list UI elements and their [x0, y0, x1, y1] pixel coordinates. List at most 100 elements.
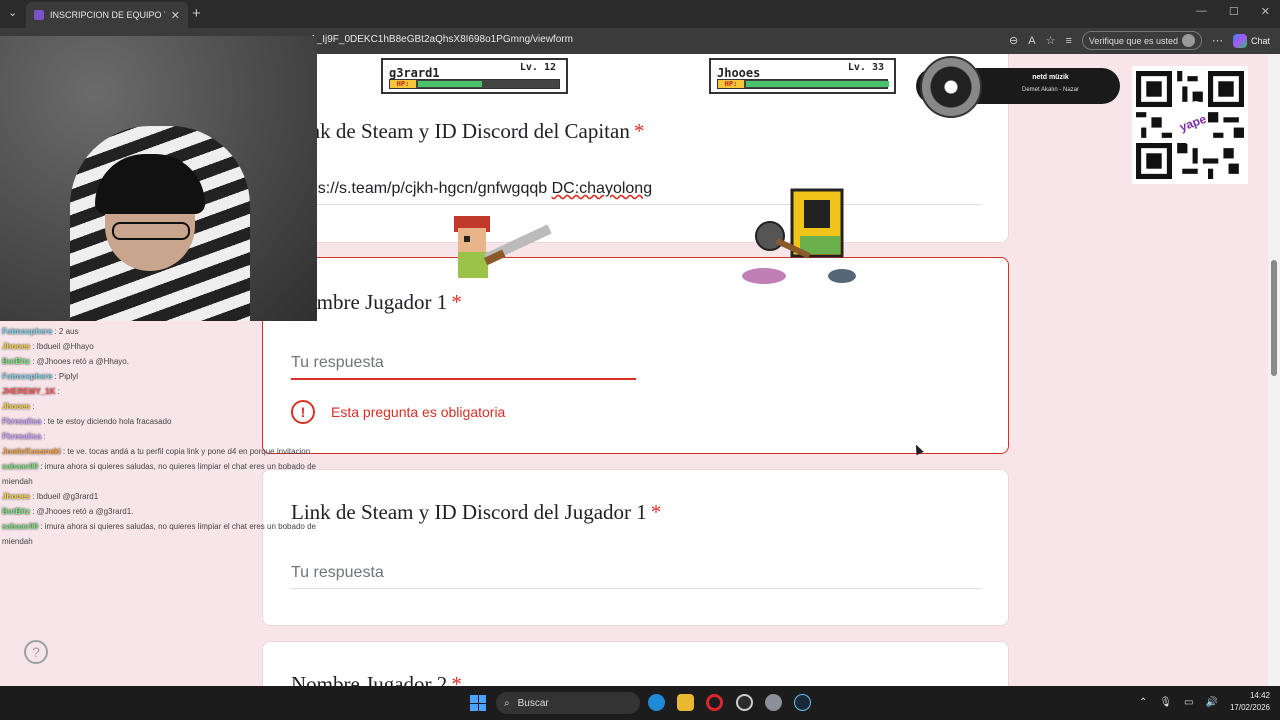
chat-username: JHEREMY_1K [2, 387, 56, 396]
settings-gear-icon[interactable] [765, 694, 782, 711]
streamer-glasses [112, 222, 190, 240]
chat-text: : @Jhooes retó a @g3rard1. [30, 507, 134, 516]
hp-box-left: g3rard1 Lv. 12 HP: [381, 58, 568, 94]
file-explorer-icon[interactable] [677, 694, 694, 711]
clock-date: 17/02/2026 [1229, 703, 1270, 712]
start-button-icon[interactable] [470, 695, 486, 711]
verify-label: Verifique que es usted [1088, 35, 1178, 46]
question-title: Nombre Jugador 2 * [291, 672, 462, 686]
volume-icon[interactable]: 🔊 [1206, 697, 1218, 708]
chat-message: BotBitz : @Jhooes retó a @g3rard1. [2, 504, 317, 519]
stream-chat: Fatmosphere : 2 aus Jhooes : Ibdueil @Hha… [2, 324, 317, 549]
player1-link-input[interactable]: Tu respuesta [291, 564, 981, 589]
opera-icon[interactable] [706, 694, 723, 711]
chat-text: : @Jhooes retó a @Hhayo. [30, 357, 129, 366]
question-card-player1-name: Nombre Jugador 1 * Tu respuesta ! Esta pr… [262, 257, 1009, 454]
taskbar-search[interactable]: ⌕ Buscar [496, 692, 640, 714]
chat-text: : Piplyl [52, 372, 79, 381]
window-controls: — ☐ ✕ [1196, 5, 1270, 18]
minimize-icon[interactable]: — [1196, 5, 1207, 18]
player-name: Jhooes [717, 66, 761, 80]
chat-message: JosticKusanaki : te ve. tocas andá a tu … [2, 444, 317, 459]
vinyl-disc-icon [920, 56, 982, 118]
hp-fill [418, 81, 482, 87]
chat-username: BotBitz [2, 507, 30, 516]
song-title: netd müzik [1032, 74, 1069, 81]
question-title: Link de Steam y ID Discord del Capitan * [291, 119, 645, 143]
player-name: g3rard1 [389, 66, 440, 80]
search-label: Buscar [517, 697, 549, 709]
url-field[interactable]: …A_Ij9F_0DEKC1hB8eGBt2aQhsX8I698o1PGmng/… [300, 34, 573, 45]
forms-favicon-icon [34, 10, 44, 20]
chat-text: : te ve. tocas andá a tu perfil copia li… [60, 447, 311, 456]
chat-username: sabaav00 [2, 522, 39, 531]
hp-box-right: Jhooes Lv. 33 HP: [709, 58, 896, 94]
chat-label: Chat [1250, 35, 1270, 46]
favorites-icon[interactable]: ≡ [1065, 35, 1071, 47]
player-level: Lv. 12 [519, 62, 556, 73]
chat-text: : imura ahora si quieres saludas, no qui… [2, 522, 316, 546]
hp-bar: HP: [389, 79, 560, 89]
required-error: ! Esta pregunta es obligatoria [291, 400, 505, 424]
player-level: Lv. 33 [847, 62, 884, 73]
tab-list-icon[interactable]: ⌄ [8, 6, 17, 19]
read-aloud-icon[interactable]: A [1028, 35, 1035, 47]
now-playing-widget: netd müzik Demet Akalın - Nazar [916, 56, 1120, 118]
chat-username: Fatmosphere [2, 327, 53, 336]
chat-text: : [55, 387, 60, 396]
chat-username: Fatmosphere [2, 372, 53, 381]
tab-close-icon[interactable]: ✕ [171, 9, 180, 22]
app-icon[interactable] [736, 694, 753, 711]
chat-text: : [30, 402, 35, 411]
hp-bar: HP: [717, 79, 889, 89]
chat-username: Jhooes [2, 402, 31, 411]
chat-text: : te te estoy diciendo hola fracasado [41, 417, 172, 426]
favorite-star-icon[interactable]: ☆ [1046, 34, 1056, 47]
tray-overflow-icon[interactable]: ⌃ [1139, 697, 1147, 708]
chat-message: Fkresalisa : [2, 429, 317, 444]
address-bar-actions: ⊖ A ☆ ≡ Verifique que es usted ⋯ Chat [1009, 31, 1270, 50]
zoom-icon[interactable]: ⊖ [1009, 34, 1018, 47]
verify-identity-button[interactable]: Verifique que es usted [1081, 31, 1202, 50]
chat-username: sabaav00 [2, 462, 39, 471]
taskbar-clock[interactable]: 14:42 17/02/2026 [1230, 690, 1270, 714]
song-artist: Demet Akalın - Nazar [1021, 87, 1080, 93]
player1-name-input[interactable]: Tu respuesta [291, 354, 636, 380]
network-icon[interactable]: ▭ [1184, 697, 1193, 708]
windows-taskbar: ⌕ Buscar ⌃ 🎙 ▭ 🔊 14:42 17/02/2026 [0, 686, 1280, 720]
more-menu-icon[interactable]: ⋯ [1212, 34, 1223, 47]
chat-username: Fkresalisa [2, 417, 42, 426]
help-icon[interactable]: ? [24, 640, 48, 664]
chat-message: JHEREMY_1K : [2, 384, 317, 399]
page-scrollbar[interactable] [1268, 54, 1280, 686]
search-icon: ⌕ [504, 697, 510, 709]
question-card-player2-name: Nombre Jugador 2 * [262, 641, 1009, 686]
edge-icon[interactable] [648, 694, 665, 711]
chat-text: : Ibdueil @Hhayo [30, 342, 94, 351]
browser-tab-bar: ⌄ INSCRIPCION DE EQUIPO TORNEO ✕ + — ☐ ✕ [0, 0, 1280, 28]
captain-link-input[interactable]: https://s.team/p/cjkh-hgcn/gnfwgqqb DC:c… [291, 180, 981, 205]
chat-message: sabaav00 : imura ahora si quieres saluda… [2, 519, 317, 549]
chat-text: : imura ahora si quieres saludas, no qui… [2, 462, 316, 486]
chat-username: Fkresalisa [2, 432, 42, 441]
maximize-icon[interactable]: ☐ [1229, 5, 1239, 18]
new-tab-button[interactable]: + [192, 5, 201, 22]
chat-text: : 2 aus [52, 327, 79, 336]
chat-username: Jhooes [2, 492, 31, 501]
chat-message: Jhooes : Ibdueil @g3rard1 [2, 489, 317, 504]
browser-tab-active[interactable]: INSCRIPCION DE EQUIPO TORNEO ✕ [26, 2, 188, 28]
clock-time: 14:42 [1249, 691, 1270, 700]
chat-message: Fkresalisa : te te estoy diciendo hola f… [2, 414, 317, 429]
copilot-chat-button[interactable]: Chat [1232, 33, 1270, 48]
close-window-icon[interactable]: ✕ [1261, 5, 1270, 18]
chat-message: BotBitz : @Jhooes retó a @Hhayo. [2, 354, 317, 369]
steam-icon[interactable] [794, 694, 811, 711]
pixel-warrior-sprite [454, 216, 552, 278]
scroll-thumb[interactable] [1271, 260, 1277, 376]
microphone-icon[interactable]: 🎙 [1159, 697, 1172, 708]
chat-message: Fatmosphere : Piplyl [2, 369, 317, 384]
copilot-icon [1232, 33, 1247, 48]
webcam-feed [0, 36, 317, 321]
profile-avatar [1181, 34, 1195, 47]
pixel-mace-sprite [742, 188, 856, 284]
